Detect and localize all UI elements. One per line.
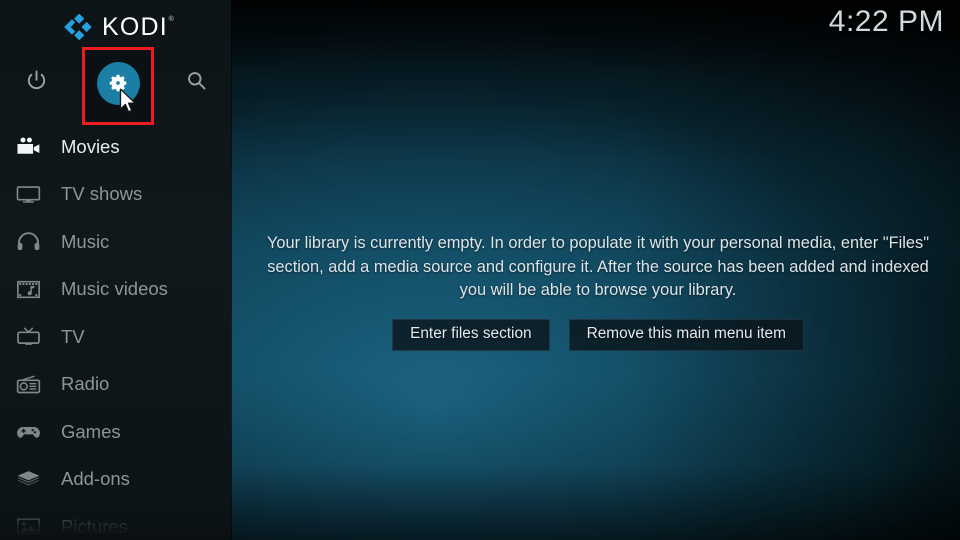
sidebar-item-label: Music bbox=[61, 230, 110, 252]
sidebar-item-games[interactable]: Games bbox=[0, 408, 231, 456]
sidebar: KODI ® Movies TV shows Music Music video… bbox=[0, 0, 231, 540]
sidebar-item-label: Music videos bbox=[61, 278, 168, 299]
sidebar-item-label: Radio bbox=[61, 373, 110, 394]
power-button[interactable] bbox=[9, 53, 63, 107]
sidebar-item-music-videos[interactable]: Music videos bbox=[0, 266, 231, 314]
tv-monitor-icon bbox=[11, 179, 45, 209]
clock: 4:22 PM bbox=[828, 5, 944, 38]
music-video-film-icon bbox=[11, 274, 45, 304]
settings-button[interactable] bbox=[96, 61, 140, 105]
kodi-logo-icon bbox=[63, 13, 93, 41]
sidebar-item-label: TV shows bbox=[61, 183, 143, 204]
sidebar-item-radio[interactable]: Radio bbox=[0, 361, 231, 409]
enter-files-section-button[interactable]: Enter files section bbox=[392, 318, 550, 351]
sidebar-item-label: Pictures bbox=[61, 515, 128, 537]
remove-main-menu-item-button[interactable]: Remove this main menu item bbox=[568, 318, 804, 351]
app-logo-trademark: ® bbox=[168, 15, 175, 23]
empty-library-panel: Your library is currently empty. In orde… bbox=[253, 232, 943, 351]
television-antenna-icon bbox=[11, 322, 45, 352]
search-icon bbox=[187, 71, 206, 90]
sidebar-menu: Movies TV shows Music Music videos TV Ra… bbox=[0, 123, 231, 540]
search-button[interactable] bbox=[169, 53, 223, 107]
sidebar-item-label: TV bbox=[61, 325, 85, 347]
sidebar-item-label: Games bbox=[61, 420, 121, 442]
radio-icon bbox=[11, 369, 45, 399]
sidebar-item-label: Add-ons bbox=[61, 468, 130, 489]
sidebar-item-pictures[interactable]: Pictures bbox=[0, 503, 231, 540]
sidebar-item-music[interactable]: Music bbox=[0, 218, 231, 266]
app-logo-label: KODI bbox=[102, 12, 168, 41]
settings-button-highlight bbox=[82, 47, 154, 125]
app-logo-text: KODI ® bbox=[102, 12, 174, 41]
sidebar-item-tv[interactable]: TV bbox=[0, 313, 231, 361]
movie-camera-icon bbox=[11, 132, 45, 162]
empty-library-actions: Enter files section Remove this main men… bbox=[253, 318, 943, 351]
kodi-home-screen: 4:22 PM Your library is currently empty.… bbox=[0, 0, 960, 540]
sidebar-item-label: Movies bbox=[61, 135, 120, 157]
gear-icon bbox=[109, 74, 127, 92]
sidebar-item-add-ons[interactable]: Add-ons bbox=[0, 456, 231, 504]
addons-box-icon bbox=[11, 464, 45, 494]
sidebar-item-tv-shows[interactable]: TV shows bbox=[0, 171, 231, 219]
sidebar-item-movies[interactable]: Movies bbox=[0, 123, 231, 171]
headphones-icon bbox=[11, 227, 45, 257]
power-icon bbox=[27, 70, 45, 89]
gamepad-icon bbox=[11, 417, 45, 447]
pictures-image-icon bbox=[11, 512, 45, 540]
app-logo: KODI ® bbox=[0, 11, 231, 43]
empty-library-message: Your library is currently empty. In orde… bbox=[266, 234, 930, 299]
